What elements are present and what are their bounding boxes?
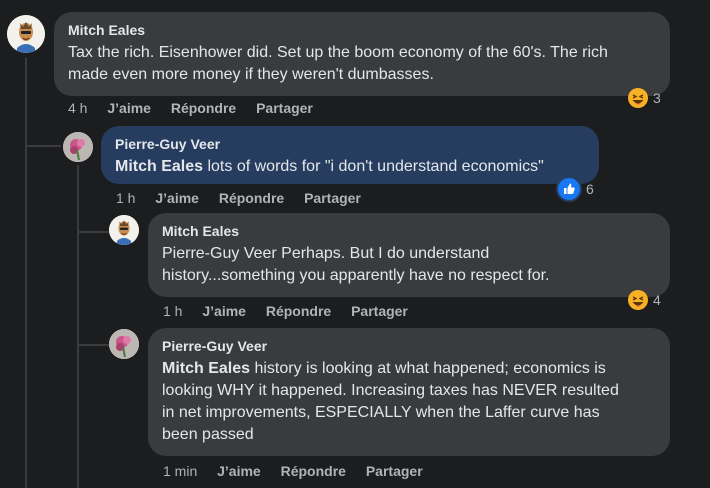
reaction-summary[interactable]: 6 (556, 176, 594, 202)
share-button[interactable]: Partager (366, 463, 423, 479)
reaction-summary[interactable]: 3 (627, 87, 661, 109)
mention-link[interactable]: Mitch Eales (115, 158, 203, 175)
comment-author[interactable]: Mitch Eales (68, 22, 656, 38)
avatar[interactable] (109, 329, 139, 359)
comment-bubble: Mitch Eales Tax the rich. Eisenhower did… (54, 12, 670, 96)
haha-icon (627, 289, 649, 311)
timestamp[interactable]: 1 min (163, 463, 197, 479)
comment-bubble: Pierre-Guy Veer Mitch Eales lots of word… (101, 126, 599, 184)
thread-line-reply (77, 165, 79, 488)
like-button[interactable]: J’aime (217, 463, 261, 479)
comment-text: Mitch Eales history is looking at what h… (162, 360, 619, 443)
reaction-count: 6 (586, 181, 594, 197)
thread-connector-1 (25, 145, 61, 147)
comment-actions: 1 min J’aime Répondre Partager (163, 463, 439, 479)
like-button[interactable]: J’aime (155, 190, 199, 206)
avatar[interactable] (109, 215, 139, 245)
haha-icon (627, 87, 649, 109)
comment-actions: 1 h J’aime Répondre Partager (163, 303, 424, 319)
reply-button[interactable]: Répondre (281, 463, 346, 479)
thread-connector-3 (77, 344, 109, 346)
timestamp[interactable]: 1 h (116, 190, 135, 206)
cartoon-avatar-icon (109, 215, 139, 245)
mention-link[interactable]: Mitch Eales (162, 360, 250, 377)
comment-author[interactable]: Pierre-Guy Veer (115, 136, 585, 152)
comment-bubble: Pierre-Guy Veer Mitch Eales history is l… (148, 328, 670, 456)
flower-avatar-icon (63, 132, 93, 162)
reply-button[interactable]: Répondre (171, 100, 236, 116)
comment-author[interactable]: Mitch Eales (162, 223, 656, 239)
comment-text: Tax the rich. Eisenhower did. Set up the… (68, 44, 608, 83)
reaction-count: 3 (653, 90, 661, 106)
like-icon (556, 176, 582, 202)
timestamp[interactable]: 4 h (68, 100, 87, 116)
comment-text: Mitch Eales lots of words for "i don't u… (115, 158, 544, 175)
like-button[interactable]: J’aime (202, 303, 246, 319)
comment-actions: 4 h J’aime Répondre Partager (68, 100, 329, 116)
comment-actions: 1 h J’aime Répondre Partager (116, 190, 377, 206)
share-button[interactable]: Partager (351, 303, 408, 319)
reply-button[interactable]: Répondre (219, 190, 284, 206)
share-button[interactable]: Partager (256, 100, 313, 116)
comment-author[interactable]: Pierre-Guy Veer (162, 338, 656, 354)
flower-avatar-icon (109, 329, 139, 359)
reaction-summary[interactable]: 4 (627, 289, 661, 311)
comment-text: Pierre-Guy Veer Perhaps. But I do unders… (162, 245, 550, 284)
share-button[interactable]: Partager (304, 190, 361, 206)
like-button[interactable]: J’aime (107, 100, 151, 116)
comment-bubble: Mitch Eales Pierre-Guy Veer Perhaps. But… (148, 213, 670, 297)
timestamp[interactable]: 1 h (163, 303, 182, 319)
thread-connector-2 (77, 231, 109, 233)
avatar[interactable] (63, 132, 93, 162)
cartoon-avatar-icon (7, 15, 45, 53)
reply-button[interactable]: Répondre (266, 303, 331, 319)
avatar[interactable] (7, 15, 45, 53)
reaction-count: 4 (653, 292, 661, 308)
thread-line-main (25, 58, 27, 488)
